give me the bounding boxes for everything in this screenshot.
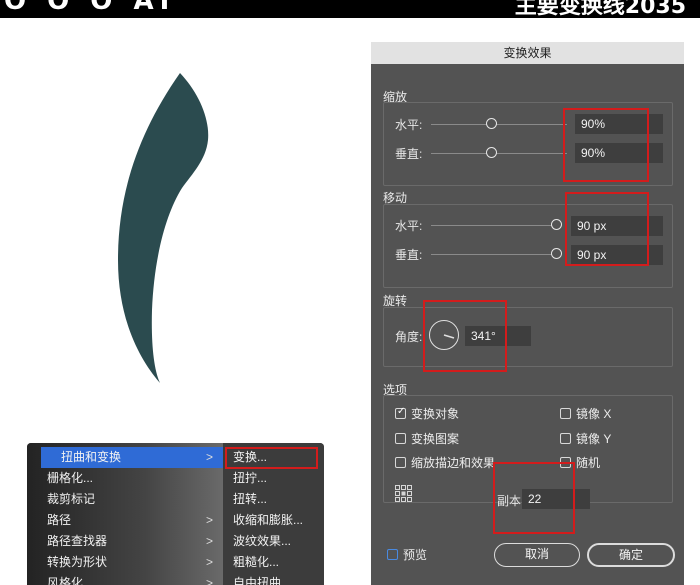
highlight-box-copies — [493, 462, 575, 534]
reflect-x-label: 镜像 X — [576, 407, 612, 421]
scale-v-label: 垂直: — [395, 147, 423, 161]
chevron-right-icon: > — [205, 450, 213, 464]
menu-item-distort-transform[interactable]: 扭曲和变换 > — [41, 447, 223, 468]
move-v-slider[interactable] — [431, 254, 559, 255]
menu-item-label: 波纹效果... — [233, 534, 292, 548]
menu-item-label: 路径 — [47, 513, 72, 527]
menu-main-column: 扭曲和变换 > 栅格化... 裁剪标记 路径 > 路径查找器 > 转换为形状 >… — [27, 443, 223, 585]
artwork-shape — [118, 73, 209, 383]
menu-item-crop-marks[interactable]: 裁剪标记 — [27, 489, 223, 510]
scale-strokes-label: 缩放描边和效果 — [411, 456, 496, 470]
transform-patterns-checkbox[interactable] — [395, 433, 406, 444]
banner-right-text: 主要变换线2035 — [514, 0, 686, 19]
menu-item-label: 自由扭曲... — [233, 576, 292, 585]
cancel-button[interactable]: 取消 — [494, 543, 580, 567]
move-v-label: 垂直: — [395, 248, 423, 262]
highlight-box-transform — [225, 447, 318, 469]
reflect-y-label: 镜像 Y — [576, 432, 612, 446]
submenu-item-tweak[interactable]: 扭拧... — [225, 468, 322, 489]
menu-item-label: 粗糙化... — [233, 555, 280, 569]
dialog-title: 变换效果 — [371, 42, 684, 64]
chevron-right-icon: > — [205, 513, 213, 527]
banner-left-text: O O O AI — [4, 0, 176, 16]
chevron-right-icon: > — [205, 534, 213, 548]
reference-point-icon[interactable] — [395, 485, 413, 503]
preview-checkbox[interactable] — [387, 549, 398, 560]
chevron-right-icon: > — [205, 555, 213, 569]
menu-item-pathfinder[interactable]: 路径查找器 > — [27, 531, 223, 552]
menu-item-convert-to-shape[interactable]: 转换为形状 > — [27, 552, 223, 573]
submenu-item-free-distort[interactable]: 自由扭曲... — [225, 573, 322, 585]
menu-item-label: 路径查找器 — [47, 534, 108, 548]
menu-item-label: 扭转... — [233, 492, 268, 506]
menu-item-stylize[interactable]: 风格化 > — [27, 573, 223, 585]
highlight-box-rotate — [423, 300, 507, 372]
chevron-right-icon: > — [205, 576, 213, 585]
ok-button[interactable]: 确定 — [587, 543, 675, 567]
menu-item-label: 裁剪标记 — [47, 492, 96, 506]
transform-patterns-label: 变换图案 — [411, 432, 460, 446]
scale-strokes-checkbox[interactable] — [395, 457, 406, 468]
move-h-label: 水平: — [395, 219, 423, 233]
submenu-item-pucker-bloat[interactable]: 收缩和膨胀... — [225, 510, 322, 531]
scale-h-slider-handle[interactable] — [486, 118, 497, 129]
move-v-slider-handle[interactable] — [551, 248, 562, 259]
transform-objects-checkbox[interactable] — [395, 406, 406, 419]
submenu-item-roughen[interactable]: 粗糙化... — [225, 552, 322, 573]
scale-h-label: 水平: — [395, 118, 423, 132]
transform-objects-label: 变换对象 — [411, 407, 460, 421]
transform-effect-dialog: 变换效果 缩放 水平: 90% 垂直: 90% 移动 水平: 90 px 垂直:… — [371, 42, 684, 585]
menu-item-label: 扭拧... — [233, 471, 268, 485]
effect-menu: 扭曲和变换 > 栅格化... 裁剪标记 路径 > 路径查找器 > 转换为形状 >… — [27, 443, 324, 585]
scale-v-slider-handle[interactable] — [486, 147, 497, 158]
menu-item-rasterize[interactable]: 栅格化... — [27, 468, 223, 489]
menu-item-label: 风格化 — [47, 576, 84, 585]
menu-item-label: 收缩和膨胀... — [233, 513, 304, 527]
move-h-slider-handle[interactable] — [551, 219, 562, 230]
header-banner: O O O AI 主要变换线2035 — [0, 0, 700, 19]
scale-h-slider[interactable] — [431, 124, 567, 125]
highlight-box-move — [565, 192, 649, 266]
menu-item-path[interactable]: 路径 > — [27, 510, 223, 531]
preview-label: 预览 — [403, 548, 428, 562]
dialog-body: 缩放 水平: 90% 垂直: 90% 移动 水平: 90 px 垂直: 90 p… — [371, 64, 684, 585]
reflect-x-checkbox[interactable] — [560, 408, 571, 419]
rotate-angle-label: 角度: — [395, 330, 423, 344]
random-label: 随机 — [576, 456, 601, 470]
menu-item-label: 转换为形状 — [47, 555, 108, 569]
menu-item-label: 扭曲和变换 — [61, 450, 122, 464]
menu-item-label: 栅格化... — [47, 471, 94, 485]
submenu-item-twist[interactable]: 扭转... — [225, 489, 322, 510]
move-h-slider[interactable] — [431, 225, 559, 226]
scale-v-slider[interactable] — [431, 153, 567, 154]
reflect-y-checkbox[interactable] — [560, 433, 571, 444]
submenu-item-zig-zag[interactable]: 波纹效果... — [225, 531, 322, 552]
highlight-box-scale — [563, 108, 649, 182]
